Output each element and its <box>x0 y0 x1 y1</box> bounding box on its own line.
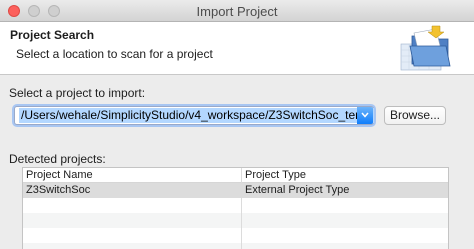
empty-table-row <box>23 213 448 228</box>
combo-dropdown-button[interactable] <box>357 107 373 124</box>
detected-projects-label: Detected projects: <box>9 152 106 166</box>
column-divider <box>241 168 242 249</box>
import-folder-icon <box>400 25 451 71</box>
project-path-value[interactable]: /Users/wehale/SimplicityStudio/v4_worksp… <box>19 108 374 123</box>
banner-title: Project Search <box>10 28 95 42</box>
project-path-combo[interactable]: /Users/wehale/SimplicityStudio/v4_worksp… <box>14 106 374 125</box>
title-bar: Import Project <box>0 0 474 22</box>
empty-table-row <box>23 228 448 243</box>
empty-table-row <box>23 243 448 249</box>
banner-description: Select a location to scan for a project <box>16 47 213 61</box>
column-header-project-type[interactable]: Project Type <box>245 169 306 182</box>
window-title: Import Project <box>196 4 278 19</box>
browse-button[interactable]: Browse... <box>384 106 446 125</box>
detected-projects-table[interactable]: Project Name Project Type Z3SwitchSoc Ex… <box>22 167 449 249</box>
chevron-down-icon <box>361 112 369 118</box>
project-name-cell: Z3SwitchSoc <box>26 184 91 196</box>
project-type-cell: External Project Type <box>245 184 350 196</box>
table-header: Project Name Project Type <box>23 168 448 183</box>
select-project-label: Select a project to import: <box>9 86 146 100</box>
table-row[interactable]: Z3SwitchSoc External Project Type <box>23 183 448 198</box>
wizard-banner: Project Search Select a location to scan… <box>0 22 474 75</box>
column-header-project-name[interactable]: Project Name <box>26 169 93 182</box>
empty-table-row <box>23 198 448 213</box>
